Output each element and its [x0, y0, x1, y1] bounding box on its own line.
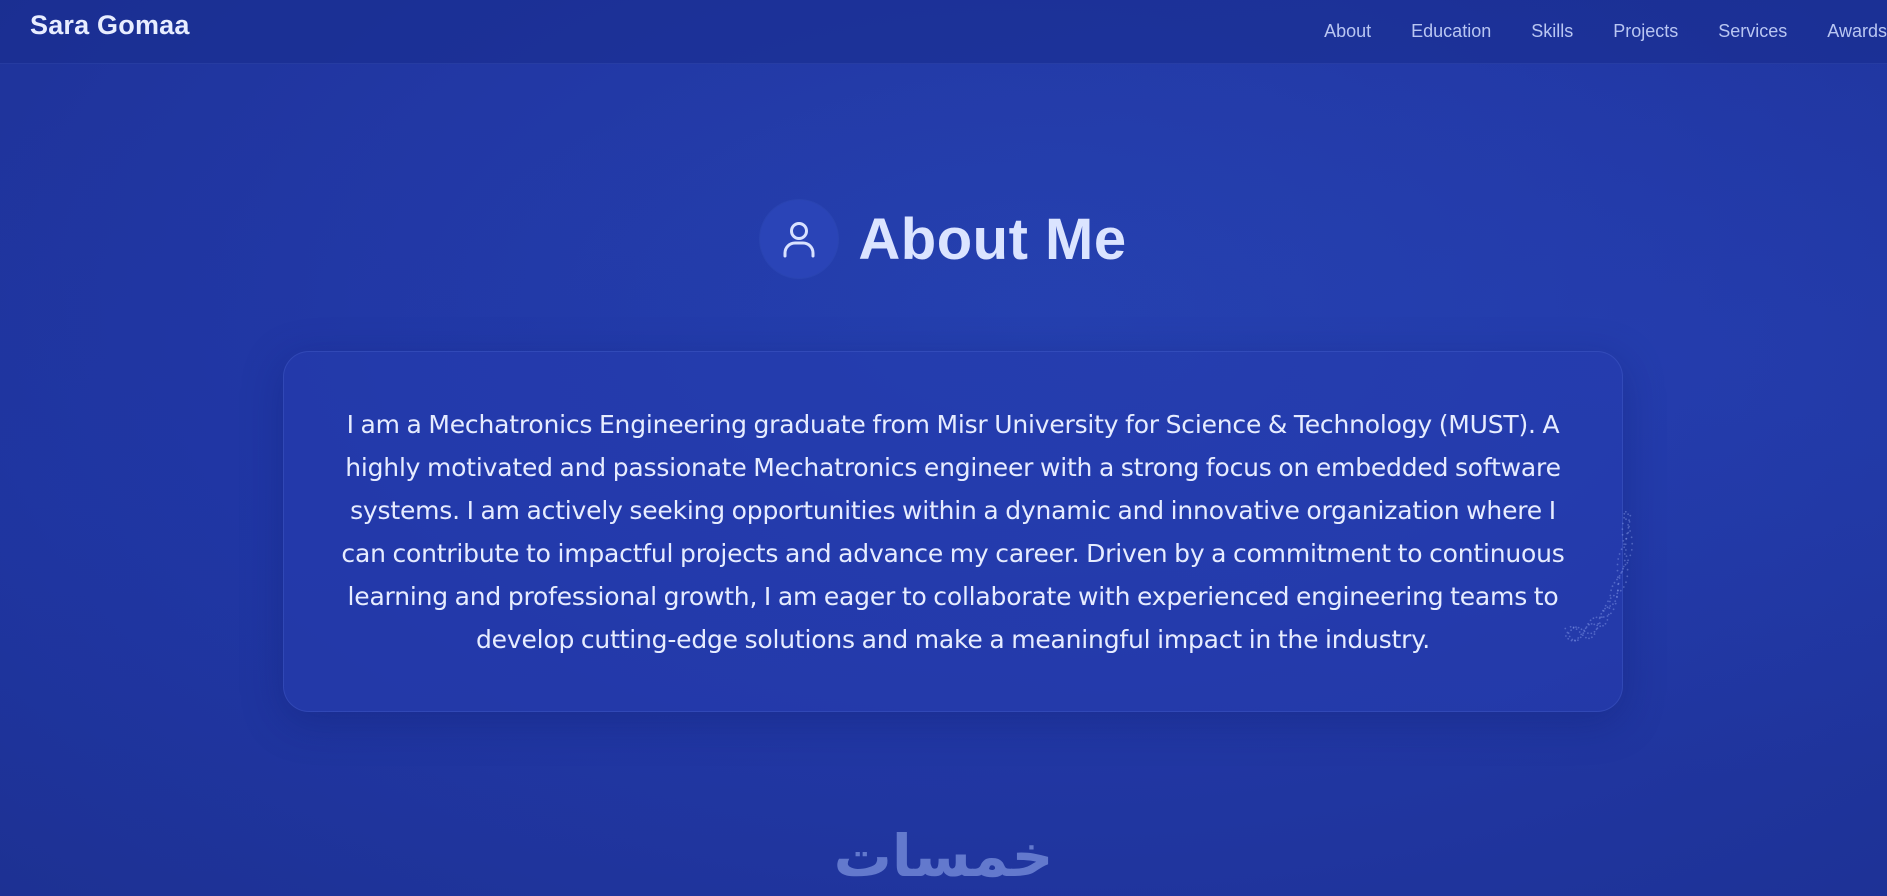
decorative-dot	[1624, 543, 1627, 546]
decorative-dot	[1625, 538, 1627, 540]
brand-logo[interactable]: Sara Gomaa	[30, 10, 190, 41]
decorative-dot	[1624, 563, 1627, 566]
decorative-dot	[1631, 542, 1634, 545]
decorative-dot	[1622, 586, 1625, 588]
decorative-dot	[1623, 512, 1626, 515]
nav-link-awards[interactable]: Awards	[1827, 21, 1887, 42]
decorative-dot	[1623, 546, 1626, 549]
nav-link-education[interactable]: Education	[1411, 21, 1491, 42]
page-title: About Me	[858, 206, 1127, 272]
decorative-dot	[1625, 518, 1627, 521]
decorative-dot	[1627, 524, 1629, 526]
nav-link-projects[interactable]: Projects	[1613, 21, 1678, 42]
decorative-dot	[1627, 513, 1629, 516]
decorative-dot	[1624, 510, 1627, 513]
nav-link-about[interactable]: About	[1324, 21, 1371, 42]
about-description: I am a Mechatronics Engineering graduate…	[341, 409, 1565, 654]
navbar: Sara Gomaa About Education Skills Projec…	[0, 0, 1887, 64]
decorative-dot	[1626, 532, 1628, 535]
user-icon	[760, 200, 839, 278]
watermark-logo: خمسات	[833, 822, 1054, 890]
decorative-dot	[1629, 530, 1631, 532]
decorative-dot	[1623, 559, 1626, 562]
decorative-dot	[1627, 531, 1630, 534]
decorative-dot	[1628, 525, 1630, 528]
decorative-dot	[1623, 543, 1625, 545]
decorative-dot	[1627, 527, 1630, 529]
decorative-dot	[1622, 565, 1625, 568]
decorative-dot	[1630, 549, 1633, 551]
decorative-dot	[1628, 521, 1631, 523]
decorative-dot	[1628, 519, 1630, 522]
decorative-dot	[1623, 516, 1625, 519]
nav-link-services[interactable]: Services	[1718, 21, 1787, 42]
decorative-dot	[1625, 549, 1627, 551]
decorative-dot	[1625, 555, 1628, 558]
decorative-dot	[1629, 554, 1632, 557]
decorative-dot	[1629, 514, 1632, 517]
nav-links: About Education Skills Projects Services…	[1284, 0, 1887, 51]
decorative-dot	[1627, 559, 1629, 562]
decorative-dot	[1626, 561, 1629, 564]
decorative-dot	[1625, 581, 1627, 584]
decorative-dot	[1625, 537, 1628, 540]
decorative-dot	[1626, 568, 1629, 571]
about-heading: About Me	[0, 200, 1887, 278]
decorative-dot	[1626, 575, 1629, 578]
decorative-dot	[1630, 536, 1633, 539]
watermark: خمسات	[0, 822, 1887, 890]
about-card: I am a Mechatronics Engineering graduate…	[283, 351, 1623, 712]
nav-link-skills[interactable]: Skills	[1531, 21, 1573, 42]
decorative-dot	[1623, 553, 1626, 555]
